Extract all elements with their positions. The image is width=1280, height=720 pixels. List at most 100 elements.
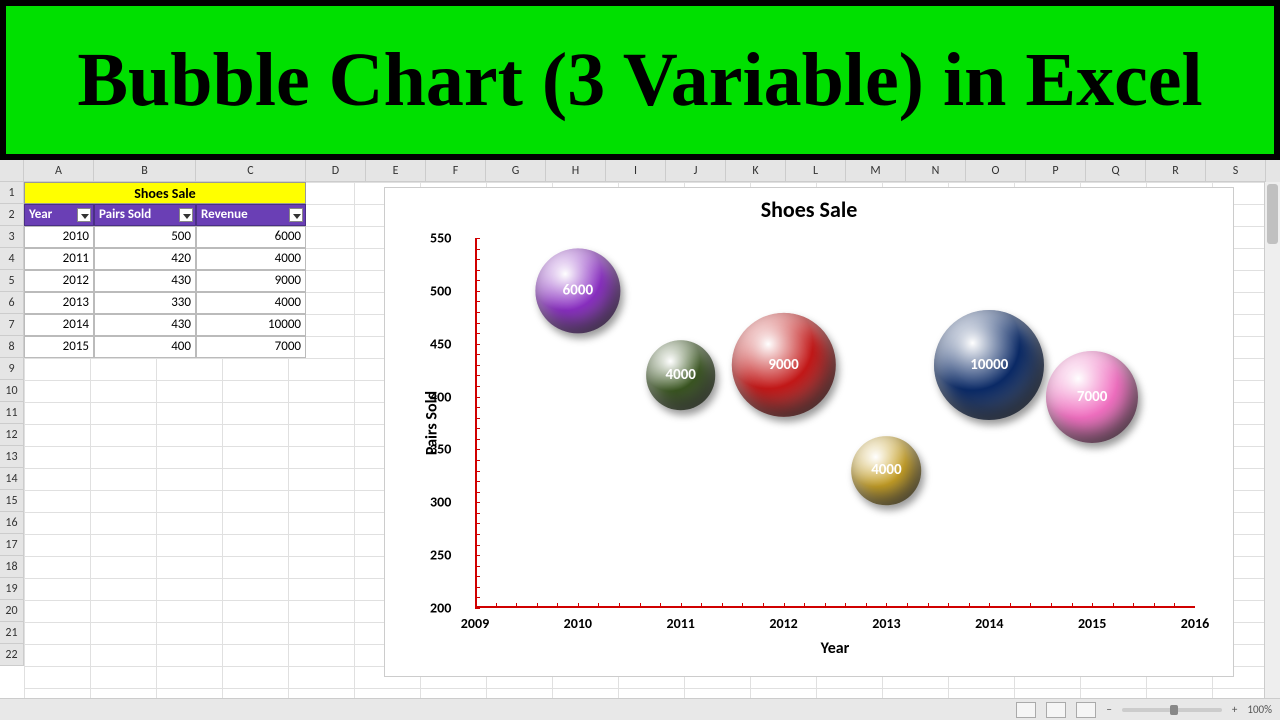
- scroll-thumb[interactable]: [1267, 184, 1278, 244]
- row-header[interactable]: 21: [0, 622, 24, 644]
- column-header[interactable]: B: [94, 160, 196, 182]
- cell[interactable]: 4000: [196, 292, 306, 314]
- cell[interactable]: 10000: [196, 314, 306, 336]
- view-normal-icon[interactable]: [1016, 702, 1036, 718]
- header-year[interactable]: Year: [24, 204, 94, 226]
- row-header[interactable]: 7: [0, 314, 24, 336]
- row-header[interactable]: 4: [0, 248, 24, 270]
- x-minor-tick: [742, 603, 743, 608]
- column-header[interactable]: O: [966, 160, 1026, 182]
- column-header[interactable]: I: [606, 160, 666, 182]
- column-header[interactable]: Q: [1086, 160, 1146, 182]
- cell[interactable]: 2013: [24, 292, 94, 314]
- cell[interactable]: 2014: [24, 314, 94, 336]
- view-page-layout-icon[interactable]: [1046, 702, 1066, 718]
- y-minor-tick: [475, 439, 480, 440]
- row-header[interactable]: 22: [0, 644, 24, 666]
- filter-dropdown-icon[interactable]: [289, 208, 303, 222]
- cell[interactable]: 430: [94, 270, 196, 292]
- y-tick-label: 450: [430, 335, 451, 352]
- column-header[interactable]: H: [546, 160, 606, 182]
- column-header[interactable]: G: [486, 160, 546, 182]
- row-header[interactable]: 18: [0, 556, 24, 578]
- column-header[interactable]: M: [846, 160, 906, 182]
- view-page-break-icon[interactable]: [1076, 702, 1096, 718]
- cell[interactable]: 4000: [196, 248, 306, 270]
- zoom-out-button[interactable]: −: [1106, 703, 1111, 716]
- row-header[interactable]: 5: [0, 270, 24, 292]
- vertical-scrollbar[interactable]: [1264, 182, 1280, 698]
- row-header[interactable]: 11: [0, 402, 24, 424]
- cell[interactable]: 2012: [24, 270, 94, 292]
- y-minor-tick: [475, 471, 480, 472]
- column-header[interactable]: A: [24, 160, 94, 182]
- column-header[interactable]: E: [366, 160, 426, 182]
- row-header[interactable]: 19: [0, 578, 24, 600]
- row-header[interactable]: 17: [0, 534, 24, 556]
- row-header[interactable]: 14: [0, 468, 24, 490]
- row-header[interactable]: 9: [0, 358, 24, 380]
- y-minor-tick: [475, 481, 480, 482]
- row-header[interactable]: 10: [0, 380, 24, 402]
- y-minor-tick: [475, 270, 480, 271]
- x-minor-tick: [866, 603, 867, 608]
- bubble-point[interactable]: 7000: [1046, 351, 1138, 443]
- cell[interactable]: 2011: [24, 248, 94, 270]
- header-revenue[interactable]: Revenue: [196, 204, 306, 226]
- column-header[interactable]: J: [666, 160, 726, 182]
- plot-area: Year Pairs Sold 200250300350400450500550…: [475, 238, 1195, 608]
- row-header[interactable]: 12: [0, 424, 24, 446]
- column-header[interactable]: L: [786, 160, 846, 182]
- table-title-cell[interactable]: Shoes Sale: [24, 182, 306, 204]
- bubble-point[interactable]: 4000: [646, 341, 716, 411]
- cell[interactable]: 2015: [24, 336, 94, 358]
- row-header[interactable]: 1: [0, 182, 24, 204]
- row-header[interactable]: 6: [0, 292, 24, 314]
- y-minor-tick: [475, 238, 480, 239]
- bubble-point[interactable]: 9000: [731, 313, 835, 417]
- select-all-corner[interactable]: [0, 160, 24, 182]
- y-minor-tick: [475, 608, 480, 609]
- cell[interactable]: 420: [94, 248, 196, 270]
- column-header[interactable]: S: [1206, 160, 1266, 182]
- row-header[interactable]: 13: [0, 446, 24, 468]
- row-header[interactable]: 3: [0, 226, 24, 248]
- cell[interactable]: 500: [94, 226, 196, 248]
- bubble-point[interactable]: 6000: [535, 248, 620, 333]
- cell[interactable]: 6000: [196, 226, 306, 248]
- row-header[interactable]: 8: [0, 336, 24, 358]
- x-minor-tick: [1051, 603, 1052, 608]
- cell[interactable]: 430: [94, 314, 196, 336]
- column-header[interactable]: K: [726, 160, 786, 182]
- row-header[interactable]: 2: [0, 204, 24, 226]
- filter-dropdown-icon[interactable]: [77, 208, 91, 222]
- header-pairs-sold[interactable]: Pairs Sold: [94, 204, 196, 226]
- cell[interactable]: 400: [94, 336, 196, 358]
- zoom-slider-thumb[interactable]: [1170, 705, 1178, 715]
- column-header[interactable]: N: [906, 160, 966, 182]
- row-header-column: 12345678910111213141516171819202122: [0, 182, 24, 666]
- column-header[interactable]: C: [196, 160, 306, 182]
- cell[interactable]: 9000: [196, 270, 306, 292]
- row-header[interactable]: 20: [0, 600, 24, 622]
- cell[interactable]: 7000: [196, 336, 306, 358]
- column-header[interactable]: F: [426, 160, 486, 182]
- cell[interactable]: 330: [94, 292, 196, 314]
- y-minor-tick: [475, 597, 480, 598]
- row-header[interactable]: 16: [0, 512, 24, 534]
- column-header[interactable]: D: [306, 160, 366, 182]
- cell[interactable]: 2010: [24, 226, 94, 248]
- x-axis-label: Year: [821, 639, 850, 658]
- bubble-point[interactable]: 10000: [934, 310, 1044, 420]
- filter-dropdown-icon[interactable]: [179, 208, 193, 222]
- column-header[interactable]: P: [1026, 160, 1086, 182]
- zoom-level[interactable]: 100%: [1247, 703, 1272, 716]
- bubble-chart[interactable]: Shoes Sale Year Pairs Sold 2002503003504…: [384, 187, 1234, 677]
- column-header[interactable]: R: [1146, 160, 1206, 182]
- zoom-slider[interactable]: [1122, 708, 1222, 712]
- bubble-point[interactable]: 4000: [852, 436, 922, 506]
- row-header[interactable]: 15: [0, 490, 24, 512]
- chart-title: Shoes Sale: [385, 196, 1233, 223]
- cell-grid[interactable]: Shoes Sale Year Pairs Sold Revenue 20105…: [24, 182, 1280, 698]
- zoom-in-button[interactable]: +: [1232, 703, 1237, 716]
